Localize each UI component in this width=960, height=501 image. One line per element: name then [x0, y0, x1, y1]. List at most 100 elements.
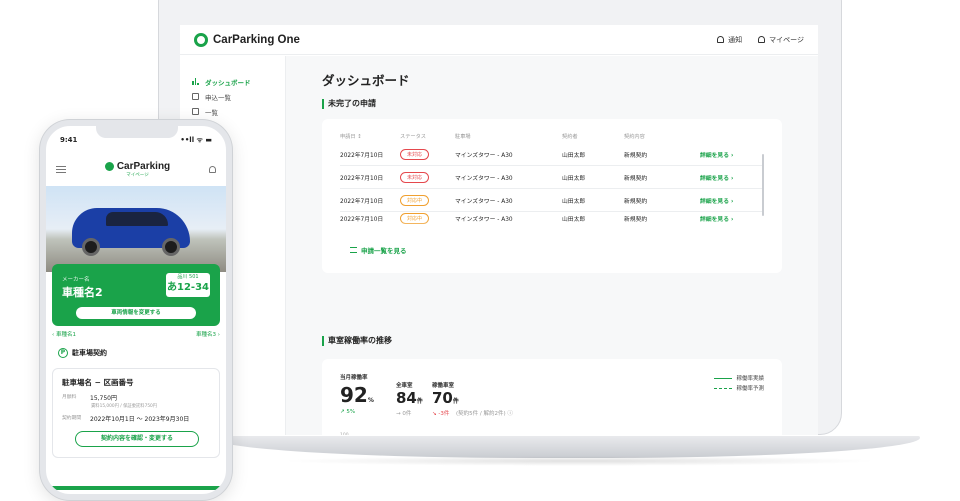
detail-link[interactable]: 詳細を見る › — [700, 196, 762, 205]
mobile-logo[interactable]: CarParking マイページ — [104, 161, 170, 178]
col-status: ステータス — [400, 133, 426, 140]
fee-row: 月額料 15,750円 — [62, 395, 117, 402]
detail-link[interactable]: 詳細を見る › — [700, 173, 762, 182]
current-rate-label: 当月稼働率 — [340, 375, 368, 381]
cell-date: 2022年7月10日 — [340, 152, 384, 159]
list-icon — [350, 247, 357, 253]
cell-type: 新規契約 — [624, 175, 648, 182]
maker-label: メーカー名 — [62, 277, 90, 283]
col-owner: 契約者 — [562, 133, 578, 140]
logo-ring-icon — [194, 32, 208, 47]
detail-link[interactable]: 詳細を見る › — [700, 150, 762, 159]
menu-icon[interactable] — [56, 165, 66, 173]
col-type: 契約内容 — [624, 133, 645, 140]
current-rate-delta: ↗ 5% — [340, 409, 356, 415]
dashed-line-icon — [714, 387, 733, 389]
next-vehicle-link[interactable]: 車種名3 › — [196, 330, 220, 338]
pending-section-title: 未完了の申請 — [322, 99, 376, 109]
bell-icon — [717, 36, 725, 43]
solid-line-icon — [714, 377, 733, 379]
cell-type: 新規契約 — [624, 198, 648, 205]
contract-section-title: P 駐車場契約 — [58, 348, 107, 358]
mypage-link[interactable]: マイページ — [758, 35, 804, 45]
notifications-label: 通知 — [728, 35, 743, 44]
chart-legend: 稼働率実績 稼働率予測 — [714, 373, 764, 393]
license-plate: 品川 501 あ12-34 — [166, 273, 210, 297]
change-vehicle-button[interactable]: 車両情報を変更する — [76, 307, 196, 319]
cell-owner: 山田太郎 — [562, 175, 586, 182]
col-lot: 駐車場 — [455, 133, 471, 140]
cell-type: 新規契約 — [624, 152, 648, 159]
legend-actual: 稼働率実績 — [714, 373, 764, 383]
total-lots-delta: → 0件 — [396, 411, 412, 417]
contract-card: 駐車場名 − 区画番号 月額料 15,750円 賃料15,000円 / 保証委託料… — [52, 368, 220, 458]
cell-lot: マインズタワー - A30 — [455, 198, 513, 205]
phone-frame: 9:41 ••ll ᯤ ▬ CarParking マイページ メーカー名 車種名… — [40, 120, 232, 500]
status-badge: 対応中 — [400, 194, 430, 206]
laptop-shadow — [280, 456, 880, 466]
wheel-rear — [162, 238, 180, 256]
chart-icon — [192, 78, 200, 85]
table-row: 2022年7月10日 対応中 マインズタワー - A30 山田太郎 新規契約 詳… — [340, 189, 762, 212]
sidebar-item-list-2[interactable]: 一覧 — [180, 104, 285, 119]
table-header: 申請日 ↕ ステータス 駐車場 契約者 契約内容 — [340, 129, 762, 143]
fee-note: 賃料15,000円 / 保証委託料750円 — [91, 404, 158, 409]
logo-mark-icon — [104, 161, 114, 171]
car-photo — [46, 186, 226, 272]
cell-owner: 山田太郎 — [562, 152, 586, 159]
sidebar-item-label: ダッシュボード — [205, 78, 251, 87]
total-lots-value: 84件 — [396, 389, 423, 407]
table-scrollbar[interactable] — [762, 154, 764, 216]
active-lots-note: (契約5件 / 解約2件) ⓘ — [456, 411, 513, 417]
notifications-link[interactable]: 通知 — [717, 35, 742, 45]
mobile-header: CarParking マイページ — [46, 154, 226, 184]
confirm-contract-button[interactable]: 契約内容を確認・変更する — [75, 431, 199, 447]
vehicle-card: メーカー名 車種名2 品川 501 あ12-34 車両情報を変更する — [52, 264, 220, 326]
table-row: 2022年7月10日 未対応 マインズタワー - A30 山田太郎 新規契約 詳… — [340, 143, 762, 166]
list-icon — [192, 108, 199, 115]
active-lots-label: 稼働車室 — [432, 383, 455, 389]
desktop-screen: CarParking One 通知 マイページ ダッシュボード 申込一覧 一覧 — [180, 25, 818, 435]
parking-icon: P — [58, 348, 68, 358]
bottom-bar — [46, 486, 226, 490]
user-icon — [758, 36, 766, 43]
legend-forecast: 稼働率予測 — [714, 383, 764, 393]
status-bar: 9:41 ••ll ᯤ ▬ — [60, 136, 212, 145]
wheel-front — [82, 238, 100, 256]
sidebar-item-label: 申込一覧 — [205, 93, 231, 102]
brand-logo[interactable]: CarParking One — [194, 32, 300, 47]
main-content: ダッシュボード 未完了の申請 申請日 ↕ ステータス 駐車場 契約者 契約内容 … — [286, 56, 818, 435]
active-lots-value: 70件 — [432, 389, 459, 407]
app-header: CarParking One 通知 マイページ — [180, 25, 818, 55]
status-time: 9:41 — [60, 136, 78, 144]
chart-axis-top: 100 — [340, 433, 349, 435]
sidebar-item-label: 一覧 — [205, 108, 218, 117]
sidebar-item-applications[interactable]: 申込一覧 — [180, 89, 285, 104]
table-fade — [322, 219, 782, 239]
mypage-label: マイページ — [769, 35, 804, 44]
prev-vehicle-link[interactable]: ‹ 車種名1 — [52, 330, 76, 338]
cell-owner: 山田太郎 — [562, 198, 586, 205]
document-icon — [192, 93, 199, 100]
status-badge: 未対応 — [400, 171, 430, 183]
status-badge: 未対応 — [400, 148, 430, 160]
cell-lot: マインズタワー - A30 — [455, 175, 513, 182]
current-rate-value: 92% — [340, 383, 374, 407]
cell-date: 2022年7月10日 — [340, 175, 384, 182]
sidebar-item-dashboard[interactable]: ダッシュボード — [180, 74, 285, 89]
pending-table: 申請日 ↕ ステータス 駐車場 契約者 契約内容 2022年7月10日 未対応 … — [340, 129, 762, 224]
page-title: ダッシュボード — [322, 73, 410, 88]
status-icons: ••ll ᯤ ▬ — [180, 136, 212, 144]
cell-date: 2022年7月10日 — [340, 198, 384, 205]
user-icon[interactable] — [208, 165, 216, 173]
car-window — [106, 212, 168, 226]
occupancy-section-title: 車室稼働率の推移 — [322, 336, 392, 346]
view-all-applications-link[interactable]: 申請一覧を見る — [350, 245, 407, 255]
active-lots-delta: ↘ -3件 — [432, 411, 450, 417]
vehicle-pager: ‹ 車種名1 車種名3 › — [52, 330, 220, 338]
lot-name: 駐車場名 − 区画番号 — [62, 378, 134, 387]
pending-card: 申請日 ↕ ステータス 駐車場 契約者 契約内容 2022年7月10日 未対応 … — [322, 119, 782, 273]
view-all-label: 申請一覧を見る — [361, 247, 407, 255]
cell-lot: マインズタワー - A30 — [455, 152, 513, 159]
col-date[interactable]: 申請日 ↕ — [340, 133, 400, 140]
